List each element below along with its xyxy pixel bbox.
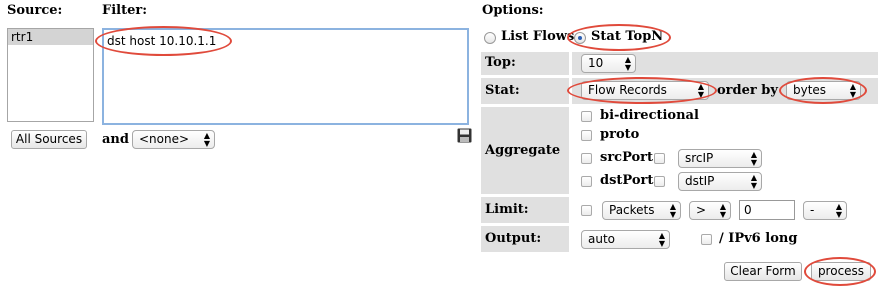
srcip-select-value: srcIP <box>685 151 714 165</box>
and-select[interactable]: <none> ▲ ▼ <box>132 130 215 149</box>
output-label: Output: <box>485 231 542 246</box>
chevron-updown-icon: ▲ ▼ <box>750 173 757 190</box>
srcport-label: srcPort <box>600 150 654 165</box>
clear-form-button[interactable]: Clear Form <box>724 262 802 281</box>
srcip-select[interactable]: srcIP ▲ ▼ <box>678 149 762 168</box>
limit-label: Limit: <box>485 202 529 217</box>
stat-label: Stat: <box>485 83 520 98</box>
options-heading: Options: <box>482 3 544 18</box>
chevron-updown-icon: ▲ ▼ <box>203 131 210 148</box>
all-sources-button[interactable]: All Sources <box>11 130 87 149</box>
bidirectional-label: bi-directional <box>600 108 699 123</box>
stat-topn-highlight-ring <box>567 24 671 51</box>
top-select[interactable]: 10 ▲ ▼ <box>581 54 636 73</box>
limit-type-value: Packets <box>609 203 655 217</box>
chevron-updown-icon: ▲ ▼ <box>669 202 676 219</box>
dstport-label: dstPort <box>600 173 654 188</box>
dstip-checkbox[interactable] <box>654 176 665 187</box>
chevron-updown-icon: ▲ ▼ <box>750 150 757 167</box>
top-label: Top: <box>485 55 516 70</box>
output-select[interactable]: auto ▲ ▼ <box>581 230 670 249</box>
list-flows-radio[interactable] <box>484 32 496 44</box>
limit-type-select[interactable]: Packets ▲ ▼ <box>602 201 681 220</box>
stat-highlight-ring <box>567 77 717 104</box>
limit-checkbox[interactable] <box>581 205 592 216</box>
list-flows-label[interactable]: List Flows <box>501 29 574 44</box>
aggregate-label: Aggregate <box>485 143 561 158</box>
limit-op-value: > <box>696 203 707 217</box>
save-icon[interactable] <box>457 128 472 143</box>
srcip-checkbox[interactable] <box>654 153 665 164</box>
source-list-item[interactable]: rtr1 <box>8 29 93 45</box>
chevron-updown-icon: ▲ ▼ <box>835 202 842 219</box>
ipv6-checkbox[interactable] <box>701 234 712 245</box>
and-select-value: <none> <box>139 132 190 146</box>
top-select-value: 10 <box>588 56 604 70</box>
order-by-highlight-ring <box>779 77 867 104</box>
order-by-label: order by <box>717 83 778 98</box>
proto-label: proto <box>600 127 640 142</box>
output-select-value: auto <box>588 232 616 246</box>
process-highlight-ring <box>804 257 876 286</box>
chevron-updown-icon: ▲ ▼ <box>624 55 631 72</box>
dstport-checkbox[interactable] <box>581 176 592 187</box>
chevron-updown-icon: ▲ ▼ <box>719 202 726 219</box>
bidirectional-checkbox[interactable] <box>581 111 592 122</box>
dstip-select-value: dstIP <box>685 174 715 188</box>
srcport-checkbox[interactable] <box>581 153 592 164</box>
source-list[interactable]: rtr1 <box>7 28 94 122</box>
filter-highlight-ring <box>95 26 232 56</box>
limit-value-input[interactable]: 0 <box>739 200 795 220</box>
and-label: and <box>102 132 129 147</box>
limit-op-select[interactable]: > ▲ ▼ <box>689 201 731 220</box>
chevron-updown-icon: ▲ ▼ <box>658 231 665 248</box>
ipv6-label: / IPv6 long <box>719 231 798 246</box>
source-heading: Source: <box>7 3 63 18</box>
dstip-select[interactable]: dstIP ▲ ▼ <box>678 172 762 191</box>
proto-checkbox[interactable] <box>581 130 592 141</box>
filter-heading: Filter: <box>102 3 148 18</box>
limit-unit-select[interactable]: - ▲ ▼ <box>803 201 847 220</box>
limit-unit-value: - <box>810 203 815 217</box>
